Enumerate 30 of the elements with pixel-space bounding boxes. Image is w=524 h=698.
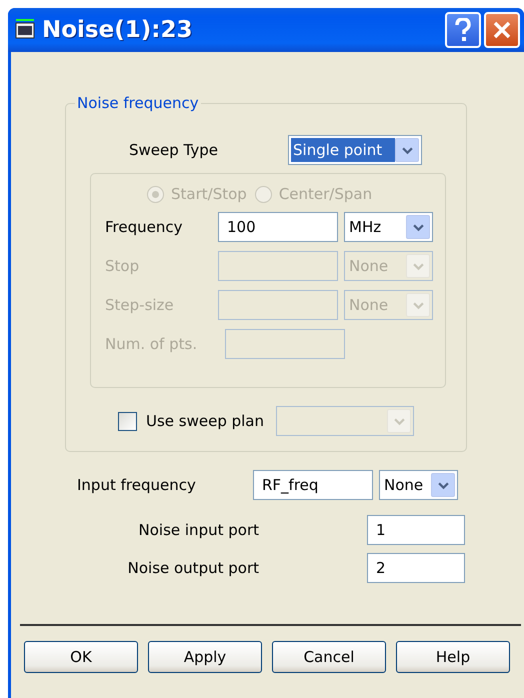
field-label: Sweep Type — [129, 141, 219, 159]
field-label: Step-size — [105, 296, 175, 314]
close-button[interactable] — [484, 12, 520, 48]
checkbox-label: Use sweep plan — [146, 412, 264, 430]
help-button[interactable] — [445, 12, 481, 48]
field-label: Stop — [105, 257, 140, 275]
dialog-button[interactable]: Apply — [148, 641, 262, 673]
radio-label: Start/Stop — [171, 185, 247, 203]
field-label: Noise input port — [138, 521, 259, 539]
close-icon — [492, 20, 512, 40]
dialog-button[interactable]: OK — [24, 641, 138, 673]
window-title: Noise(1):23 — [42, 17, 194, 43]
input-field[interactable]: RF_freq — [253, 470, 373, 500]
dropdown[interactable]: Single point — [288, 135, 422, 165]
input-field[interactable]: 1 — [367, 515, 465, 545]
field-label: Noise output port — [126, 559, 259, 577]
field-label: Frequency — [105, 218, 184, 236]
radio-label: Center/Span — [278, 185, 372, 203]
dialog-button[interactable]: Cancel — [272, 641, 386, 673]
app-icon — [14, 19, 36, 41]
dropdown[interactable]: None — [379, 470, 458, 500]
dropdown[interactable]: MHz — [344, 212, 433, 242]
input-field[interactable]: 2 — [367, 553, 465, 583]
field-label: Input frequency — [77, 476, 197, 494]
group-title: Noise frequency — [76, 94, 200, 112]
input-field[interactable]: 100 — [218, 212, 338, 242]
checkbox[interactable] — [118, 412, 137, 430]
dialog-button[interactable]: Help — [396, 641, 510, 673]
question-mark-icon — [455, 18, 471, 42]
field-label: Num. of pts. — [105, 335, 198, 353]
